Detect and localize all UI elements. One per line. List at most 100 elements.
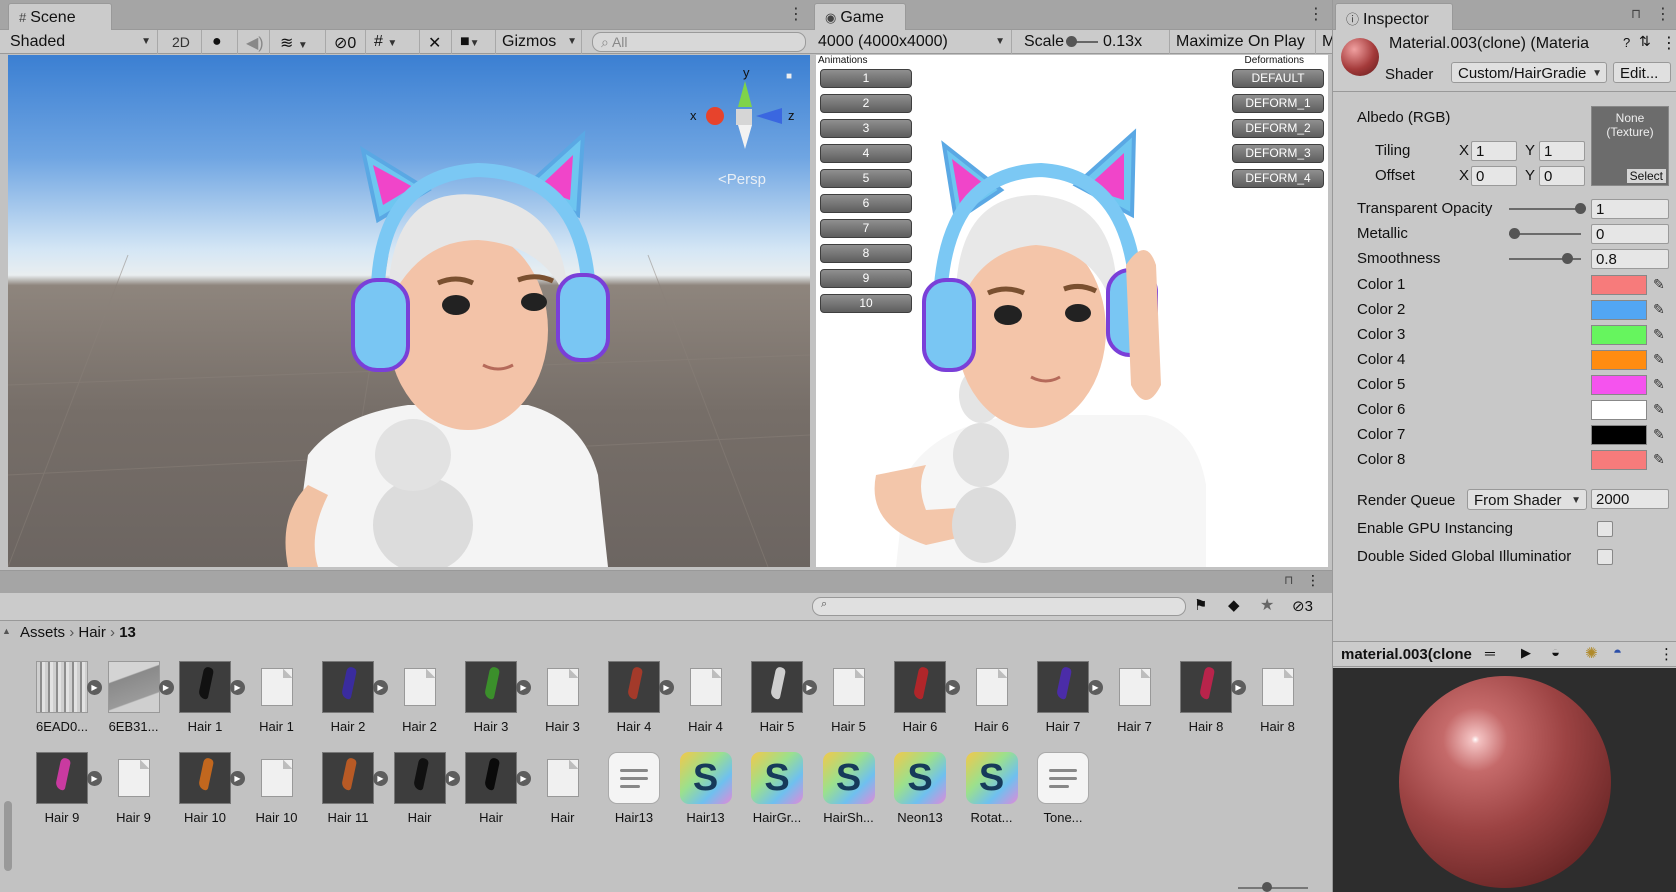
tools-toggle[interactable]: ✕ — [422, 30, 452, 54]
scene-search-box[interactable]: ⌕ All — [592, 32, 806, 52]
property-value-field[interactable]: 0.8 — [1591, 249, 1669, 269]
breadcrumb-hair[interactable]: Hair — [78, 624, 106, 641]
preset-icon[interactable]: ⇅ — [1639, 33, 1651, 50]
asset-item[interactable]: Hair 2 — [384, 661, 456, 734]
thumbnail-size-slider[interactable] — [1238, 882, 1308, 892]
preview-background-icon[interactable]: ◓ — [1613, 644, 1622, 661]
grid-snap-toggle[interactable]: # ▼ — [368, 30, 420, 54]
property-slider-knob[interactable] — [1561, 253, 1573, 264]
gpu-instancing-checkbox[interactable] — [1597, 521, 1613, 537]
lock-icon[interactable]: ⊓ — [1284, 573, 1293, 587]
asset-item[interactable]: ▶ Hair — [384, 752, 460, 825]
color-swatch[interactable] — [1591, 400, 1647, 420]
resolution-dropdown[interactable]: 4000 (4000x4000) ▼ — [812, 30, 1012, 54]
asset-item[interactable]: Hair 9 — [98, 752, 170, 825]
property-slider[interactable] — [1509, 208, 1581, 210]
toggle-2d-button[interactable]: 2D — [166, 30, 202, 54]
asset-item[interactable]: Hair13 — [598, 752, 670, 825]
asset-item[interactable]: ▶ Hair 4 — [598, 661, 674, 734]
preview-shape-icon[interactable]: ◒ — [1551, 644, 1560, 661]
asset-item[interactable]: S HairGr... — [741, 752, 813, 825]
edit-shader-button[interactable]: Edit... — [1613, 62, 1671, 83]
albedo-texture-slot[interactable]: None (Texture) Select — [1591, 106, 1669, 186]
asset-item[interactable]: Tone... — [1027, 752, 1099, 825]
color-swatch[interactable] — [1591, 450, 1647, 470]
help-icon[interactable]: ? — [1623, 35, 1630, 50]
effects-toggle[interactable]: ≋ ▼ — [274, 30, 326, 54]
material-preview[interactable] — [1333, 668, 1676, 892]
asset-item[interactable]: S Rotat... — [956, 752, 1028, 825]
tab-game[interactable]: ◉ Game — [814, 3, 906, 30]
preview-light-icon[interactable]: ✺ — [1585, 644, 1598, 662]
color-swatch[interactable] — [1591, 325, 1647, 345]
asset-item[interactable]: S Hair13 — [670, 752, 742, 825]
eyedropper-icon[interactable]: ✎ — [1653, 451, 1665, 468]
asset-item[interactable]: ▶ Hair 3 — [455, 661, 531, 734]
asset-item[interactable]: Hair 8 — [1242, 661, 1314, 734]
property-value-field[interactable]: 1 — [1591, 199, 1669, 219]
asset-item[interactable]: ▶ Hair 2 — [312, 661, 388, 734]
eyedropper-icon[interactable]: ✎ — [1653, 276, 1665, 293]
asset-item[interactable]: ▶ Hair 6 — [884, 661, 960, 734]
asset-item[interactable]: Hair 6 — [956, 661, 1028, 734]
asset-item[interactable]: ▶ Hair 8 — [1170, 661, 1246, 734]
asset-item[interactable]: Hair 3 — [527, 661, 599, 734]
scale-slider[interactable]: Scale 0.13x — [1018, 30, 1170, 54]
asset-item[interactable]: ▶ Hair — [455, 752, 531, 825]
scroll-thumb[interactable] — [4, 801, 12, 871]
asset-item[interactable]: Hair 7 — [1099, 661, 1171, 734]
tab-scene[interactable]: # Scene — [8, 3, 112, 30]
offset-y-field[interactable]: 0 — [1539, 166, 1585, 186]
hidden-packages-toggle[interactable]: ⊘3 — [1292, 597, 1313, 615]
color-swatch[interactable] — [1591, 275, 1647, 295]
persp-label[interactable]: <Persp — [718, 171, 766, 188]
play-icon[interactable]: ▶ — [1521, 645, 1531, 661]
asset-item[interactable]: ▶ 6EB31... — [98, 661, 174, 734]
color-swatch[interactable] — [1591, 350, 1647, 370]
game-viewport[interactable]: Animations Deformations 1 2 3 4 5 6 7 8 9 10 DEFA… — [816, 55, 1328, 567]
asset-item[interactable]: ▶ 6EAD0... — [26, 661, 102, 734]
thumbnail-size-knob[interactable] — [1262, 882, 1272, 892]
lock-icon[interactable]: ⊓ — [1631, 6, 1641, 22]
project-menu-icon[interactable]: ⋮ — [1306, 572, 1320, 589]
tiling-x-field[interactable]: 1 — [1471, 141, 1517, 161]
maximize-on-play-toggle[interactable]: Maximize On Play — [1170, 30, 1316, 54]
asset-item[interactable]: S Neon13 — [884, 752, 956, 825]
eyedropper-icon[interactable]: ✎ — [1653, 351, 1665, 368]
color-swatch[interactable] — [1591, 425, 1647, 445]
scene-visibility-toggle[interactable]: ⊘0 — [328, 30, 366, 54]
mute-audio-toggle[interactable]: M — [1316, 30, 1332, 54]
breadcrumb-assets[interactable]: Assets — [20, 624, 65, 641]
render-queue-field[interactable]: 2000 — [1591, 489, 1669, 509]
eyedropper-icon[interactable]: ✎ — [1653, 326, 1665, 343]
asset-item[interactable]: ▶ Hair 11 — [312, 752, 388, 825]
asset-item[interactable]: Hair 5 — [813, 661, 885, 734]
camera-dropdown[interactable]: ■▼ — [454, 30, 496, 54]
eyedropper-icon[interactable]: ✎ — [1653, 426, 1665, 443]
color-swatch[interactable] — [1591, 375, 1647, 395]
drag-handle-icon[interactable]: ═ — [1485, 645, 1495, 661]
asset-item[interactable]: Hair 4 — [670, 661, 742, 734]
eyedropper-icon[interactable]: ✎ — [1653, 401, 1665, 418]
breadcrumb-current[interactable]: 13 — [119, 624, 136, 641]
asset-item[interactable]: ▶ Hair 10 — [169, 752, 245, 825]
property-value-field[interactable]: 0 — [1591, 224, 1669, 244]
game-menu-icon[interactable]: ⋮ — [1308, 4, 1324, 24]
lighting-toggle[interactable]: ● — [206, 30, 238, 54]
project-search-input[interactable]: ⌕ — [812, 597, 1186, 616]
gizmos-dropdown[interactable]: Gizmos ▼ — [496, 30, 582, 54]
asset-item[interactable]: Hair — [527, 752, 599, 825]
tab-inspector[interactable]: ⓘ Inspector — [1335, 3, 1453, 30]
tiling-y-field[interactable]: 1 — [1539, 141, 1585, 161]
asset-item[interactable]: ▶ Hair 1 — [169, 661, 245, 734]
lock-icon[interactable]: ■ — [786, 71, 792, 82]
favorites-icon[interactable]: ★ — [1260, 595, 1274, 615]
render-queue-dropdown[interactable]: From Shader ▼ — [1467, 489, 1587, 510]
audio-toggle[interactable]: ◀) — [240, 30, 270, 54]
offset-x-field[interactable]: 0 — [1471, 166, 1517, 186]
search-by-type-icon[interactable]: ⚑ — [1194, 596, 1207, 614]
shading-mode-dropdown[interactable]: Shaded ▼ — [4, 30, 158, 54]
eyedropper-icon[interactable]: ✎ — [1653, 301, 1665, 318]
orientation-gizmo[interactable]: y x z ■ — [688, 65, 798, 155]
double-sided-gi-checkbox[interactable] — [1597, 549, 1613, 565]
